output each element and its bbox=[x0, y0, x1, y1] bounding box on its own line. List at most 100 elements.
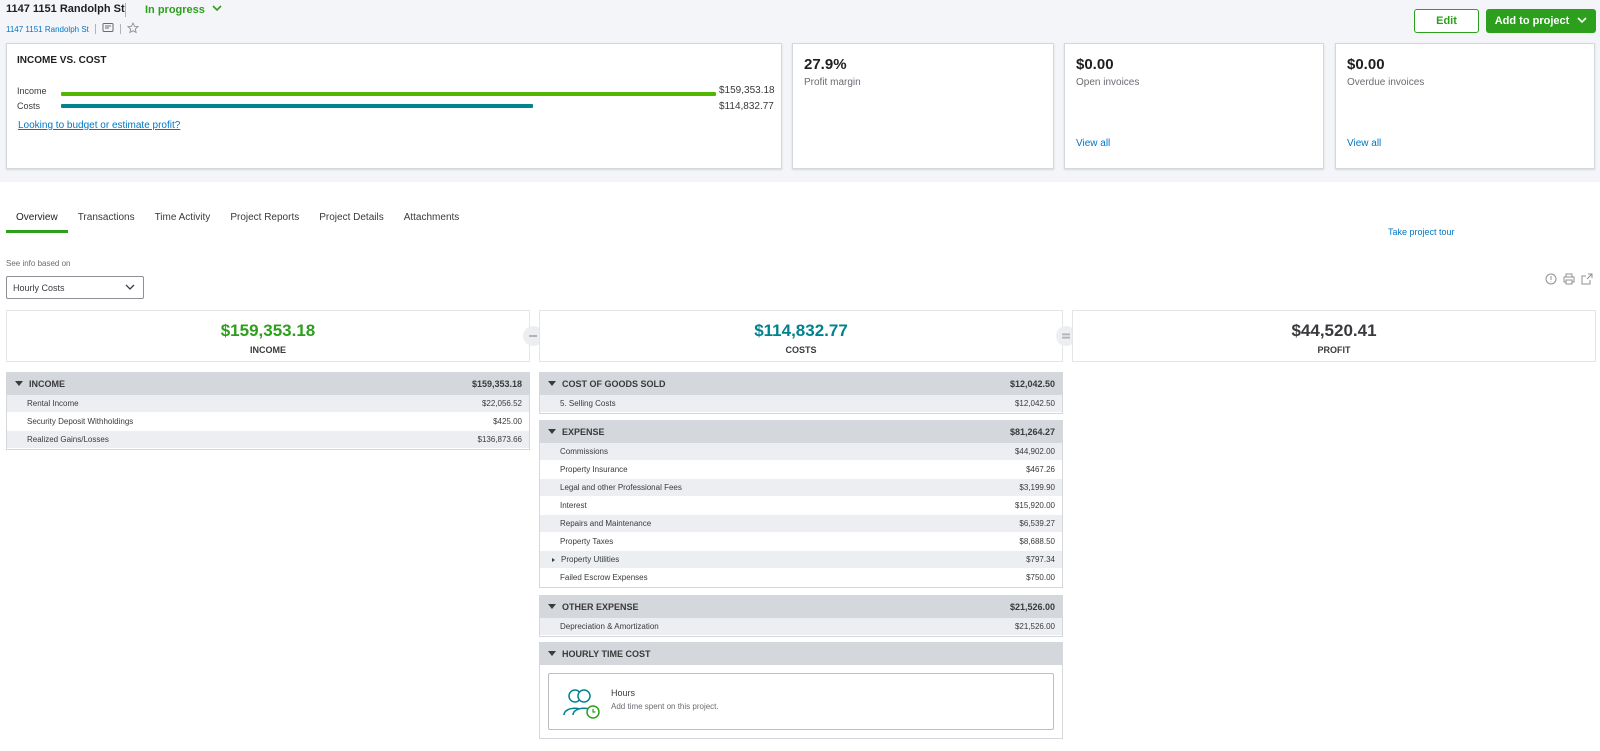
expense-table-title: EXPENSE bbox=[562, 427, 605, 437]
hours-card[interactable]: Hours Add time spent on this project. bbox=[548, 673, 1054, 730]
tab-project-details[interactable]: Project Details bbox=[309, 205, 393, 233]
other-expense-table: OTHER EXPENSE $21,526.00 Depreciation & … bbox=[539, 595, 1063, 637]
costs-summary: $114,832.77 COSTS bbox=[539, 310, 1063, 362]
income-table-total: $159,353.18 bbox=[471, 379, 522, 389]
expense-row[interactable]: Property Utilities $797.34 bbox=[540, 551, 1062, 569]
income-row-name: Security Deposit Withholdings bbox=[27, 417, 134, 426]
title-divider bbox=[125, 3, 126, 17]
hourly-time-cost-title: HOURLY TIME COST bbox=[562, 649, 651, 659]
expense-table-header[interactable]: EXPENSE $81,264.27 bbox=[540, 421, 1062, 443]
profit-margin-label: Profit margin bbox=[804, 77, 861, 88]
expand-arrow-icon[interactable] bbox=[552, 557, 555, 562]
cogs-table-header[interactable]: COST OF GOODS SOLD $12,042.50 bbox=[540, 373, 1062, 395]
other-expense-table-header[interactable]: OTHER EXPENSE $21,526.00 bbox=[540, 596, 1062, 618]
expense-row[interactable]: Repairs and Maintenance $6,539.27 bbox=[540, 515, 1062, 533]
breadcrumb-link[interactable]: 1147 1151 Randolph St bbox=[6, 25, 89, 34]
income-row[interactable]: Rental Income $22,056.52 bbox=[7, 395, 529, 413]
cogs-row-amount: $12,042.50 bbox=[1014, 399, 1055, 408]
people-clock-icon bbox=[561, 685, 601, 726]
notes-icon[interactable] bbox=[102, 22, 114, 36]
status-label: In progress bbox=[145, 3, 205, 16]
expense-row-name: Property Insurance bbox=[560, 465, 628, 474]
caret-down-icon bbox=[15, 379, 23, 389]
star-icon[interactable] bbox=[126, 21, 139, 36]
other-expense-row[interactable]: Depreciation & Amortization $21,526.00 bbox=[540, 618, 1062, 636]
budget-estimate-link[interactable]: Looking to budget or estimate profit? bbox=[18, 120, 180, 131]
income-row-amount: $136,873.66 bbox=[477, 435, 523, 444]
costs-bar bbox=[61, 104, 533, 108]
project-subrow: 1147 1151 Randolph St bbox=[6, 21, 139, 36]
cogs-table-total: $12,042.50 bbox=[1009, 379, 1055, 389]
expense-row-name: Failed Escrow Expenses bbox=[560, 573, 648, 582]
expense-row[interactable]: Interest $15,920.00 bbox=[540, 497, 1062, 515]
expense-row-name: Property Utilities bbox=[561, 555, 620, 564]
cost-basis-select[interactable]: Hourly Costs bbox=[6, 276, 144, 299]
open-invoices-card: $0.00 Open invoices View all bbox=[1064, 43, 1324, 169]
overdue-invoices-view-all-link[interactable]: View all bbox=[1347, 138, 1381, 149]
take-project-tour-link[interactable]: Take project tour bbox=[1388, 227, 1455, 237]
add-to-project-label: Add to project bbox=[1494, 15, 1570, 27]
info-icon[interactable] bbox=[1545, 272, 1557, 290]
hours-title: Hours bbox=[611, 688, 636, 698]
expense-row[interactable]: Legal and other Professional Fees $3,199.… bbox=[540, 479, 1062, 497]
other-expense-table-title: OTHER EXPENSE bbox=[562, 602, 639, 612]
expense-row-amount: $3,199.90 bbox=[1019, 483, 1055, 492]
add-to-project-button[interactable]: Add to project bbox=[1486, 9, 1596, 33]
project-title: 1147 1151 Randolph St bbox=[6, 3, 125, 15]
costs-summary-label: COSTS bbox=[785, 345, 817, 355]
income-table: INCOME $159,353.18 Rental Income $22,056.… bbox=[6, 372, 530, 450]
overdue-invoices-card: $0.00 Overdue invoices View all bbox=[1335, 43, 1595, 169]
income-row-amount: $22,056.52 bbox=[481, 399, 522, 408]
income-vs-cost-card: INCOME VS. COST Income $159,353.18 Costs… bbox=[6, 43, 782, 169]
expense-row[interactable]: Failed Escrow Expenses $750.00 bbox=[540, 569, 1062, 587]
status-dropdown[interactable]: In progress bbox=[145, 3, 222, 16]
income-table-rows: Rental Income $22,056.52 Security Deposit … bbox=[7, 395, 529, 449]
income-summary: $159,353.18 INCOME bbox=[6, 310, 530, 362]
expense-row[interactable]: Property Insurance $467.26 bbox=[540, 461, 1062, 479]
profit-summary-label: PROFIT bbox=[1317, 345, 1351, 355]
export-icon[interactable] bbox=[1581, 272, 1593, 290]
cogs-row-name: 5. Selling Costs bbox=[560, 399, 616, 408]
income-row[interactable]: Realized Gains/Losses $136,873.66 bbox=[7, 431, 529, 449]
cogs-row[interactable]: 5. Selling Costs $12,042.50 bbox=[540, 395, 1062, 413]
expense-row-amount: $6,539.27 bbox=[1019, 519, 1055, 528]
edit-button[interactable]: Edit bbox=[1414, 9, 1479, 33]
expense-table-total: $81,264.27 bbox=[1009, 427, 1055, 437]
filter-label: See info based on bbox=[6, 259, 71, 268]
profit-margin-card: 27.9% Profit margin bbox=[792, 43, 1054, 169]
tab-attachments[interactable]: Attachments bbox=[394, 205, 470, 233]
print-icon[interactable] bbox=[1563, 272, 1575, 290]
tab-project-reports[interactable]: Project Reports bbox=[220, 205, 309, 233]
chevron-down-icon bbox=[125, 282, 135, 294]
expense-row[interactable]: Property Taxes $8,688.50 bbox=[540, 533, 1062, 551]
cogs-table-title: COST OF GOODS SOLD bbox=[562, 379, 666, 389]
income-vs-cost-title: INCOME VS. COST bbox=[17, 55, 107, 66]
tab-transactions[interactable]: Transactions bbox=[68, 205, 145, 233]
project-tabs: Overview Transactions Time Activity Proj… bbox=[6, 205, 469, 233]
hourly-time-cost-header[interactable]: HOURLY TIME COST bbox=[540, 643, 1062, 665]
overdue-invoices-value: $0.00 bbox=[1347, 56, 1385, 73]
expense-row-amount: $44,902.00 bbox=[1014, 447, 1055, 456]
cost-basis-selected: Hourly Costs bbox=[13, 282, 65, 293]
income-table-header[interactable]: INCOME $159,353.18 bbox=[7, 373, 529, 395]
expense-row-name: Repairs and Maintenance bbox=[560, 519, 652, 528]
open-invoices-view-all-link[interactable]: View all bbox=[1076, 138, 1110, 149]
costs-bar-value: $114,832.77 bbox=[719, 101, 774, 112]
chevron-down-icon bbox=[212, 3, 222, 16]
caret-down-icon bbox=[548, 649, 556, 659]
open-invoices-label: Open invoices bbox=[1076, 77, 1140, 88]
income-row[interactable]: Security Deposit Withholdings $425.00 bbox=[7, 413, 529, 431]
expense-table-rows: Commissions $44,902.00 Property Insurance $… bbox=[540, 443, 1062, 587]
income-bar bbox=[61, 92, 716, 96]
caret-down-icon bbox=[548, 379, 556, 389]
tab-overview[interactable]: Overview bbox=[6, 205, 68, 233]
expense-row-name: Property Taxes bbox=[560, 537, 614, 546]
tab-time-activity[interactable]: Time Activity bbox=[145, 205, 221, 233]
income-summary-amount: $159,353.18 bbox=[220, 321, 316, 340]
expense-row[interactable]: Commissions $44,902.00 bbox=[540, 443, 1062, 461]
report-tools bbox=[1545, 272, 1593, 290]
other-expense-table-total: $21,526.00 bbox=[1009, 602, 1055, 612]
overdue-invoices-label: Overdue invoices bbox=[1347, 77, 1425, 88]
profit-margin-value: 27.9% bbox=[804, 56, 847, 73]
expense-row-name: Commissions bbox=[560, 447, 609, 456]
